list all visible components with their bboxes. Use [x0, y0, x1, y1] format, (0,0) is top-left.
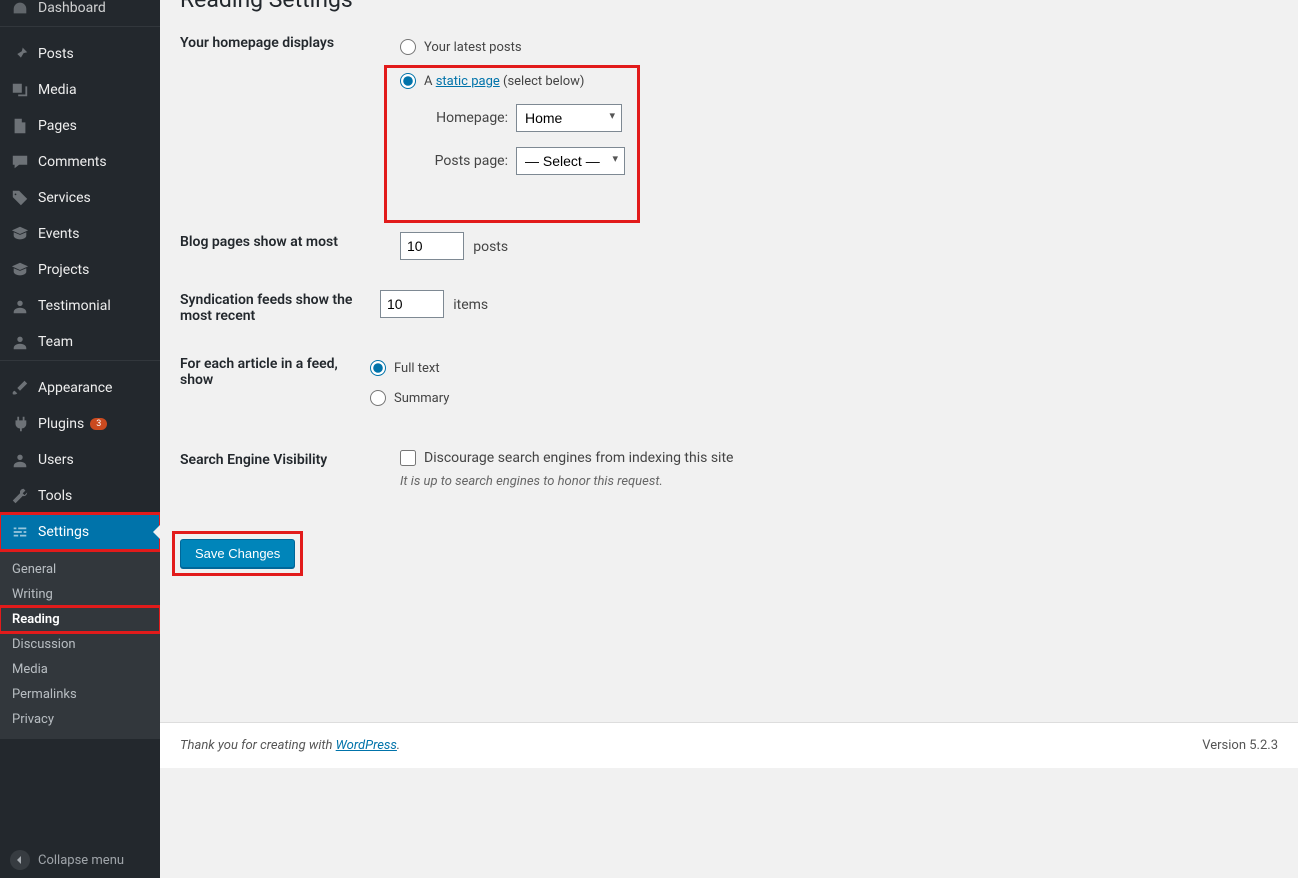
sidebar-item-plugins[interactable]: Plugins 3 [0, 406, 160, 442]
person-icon [10, 332, 30, 352]
radio-static-page[interactable] [400, 73, 416, 89]
sev-checkbox-label: Discourage search engines from indexing … [424, 450, 733, 466]
homepage-select[interactable]: Home [516, 104, 622, 132]
submenu-item-privacy[interactable]: Privacy [0, 707, 160, 732]
plugins-update-badge: 3 [90, 418, 107, 430]
sidebar-item-comments[interactable]: Comments [0, 144, 160, 180]
sidebar-item-projects[interactable]: Projects [0, 252, 160, 288]
radio-summary[interactable] [370, 390, 386, 406]
sidebar-item-settings[interactable]: Settings [0, 514, 160, 550]
page-icon [10, 116, 30, 136]
submenu-item-writing[interactable]: Writing [0, 582, 160, 607]
sidebar-item-appearance[interactable]: Appearance [0, 370, 160, 406]
sidebar-item-tools[interactable]: Tools [0, 478, 160, 514]
footer-thanks-prefix: Thank you for creating with [180, 738, 336, 753]
sidebar-item-media[interactable]: Media [0, 72, 160, 108]
collapse-menu-label: Collapse menu [38, 853, 124, 868]
tag-icon [10, 188, 30, 208]
plug-icon [10, 414, 30, 434]
footer-wordpress-link[interactable]: WordPress [336, 738, 397, 753]
pin-icon [10, 44, 30, 64]
homepage-displays-heading: Your homepage displays [180, 33, 400, 51]
sidebar-item-label: Media [38, 82, 77, 98]
sidebar-item-label: Comments [38, 154, 107, 170]
radio-full-text-label: Full text [394, 361, 440, 376]
sidebar-item-label: Dashboard [38, 0, 106, 16]
sidebar-item-label: Users [38, 452, 74, 468]
radio-full-text[interactable] [370, 360, 386, 376]
static-page-link[interactable]: static page [436, 74, 500, 89]
collapse-menu-button[interactable]: Collapse menu [0, 842, 160, 878]
sidebar-item-label: Services [38, 190, 91, 206]
blog-pages-suffix: posts [473, 239, 508, 255]
admin-sidebar: Dashboard Posts Media Pages Comments S [0, 0, 160, 878]
sidebar-item-label: Settings [38, 524, 89, 540]
brush-icon [10, 378, 30, 398]
sidebar-item-label: Team [38, 334, 73, 350]
sidebar-item-users[interactable]: Users [0, 442, 160, 478]
syndication-input[interactable] [380, 290, 444, 318]
sidebar-item-team[interactable]: Team [0, 324, 160, 360]
sidebar-item-pages[interactable]: Pages [0, 108, 160, 144]
submenu-item-permalinks[interactable]: Permalinks [0, 682, 160, 707]
sidebar-item-label: Posts [38, 46, 74, 62]
radio-latest-posts-label: Your latest posts [424, 40, 522, 55]
wrench-icon [10, 486, 30, 506]
radio-summary-label: Summary [394, 391, 449, 406]
sidebar-item-testimonial[interactable]: Testimonial [0, 288, 160, 324]
sidebar-item-events[interactable]: Events [0, 216, 160, 252]
sidebar-item-posts[interactable]: Posts [0, 36, 160, 72]
cap-icon [10, 224, 30, 244]
save-changes-button[interactable]: Save Changes [180, 539, 295, 568]
media-icon [10, 80, 30, 100]
sidebar-item-label: Plugins [38, 416, 84, 432]
submenu-item-reading[interactable]: Reading [0, 607, 160, 632]
comment-icon [10, 152, 30, 172]
radio-static-page-label: A static page (select below) [424, 74, 584, 89]
blog-pages-input[interactable] [400, 232, 464, 260]
settings-submenu: General Writing Reading Discussion Media… [0, 550, 160, 739]
person-icon [10, 450, 30, 470]
gauge-icon [10, 0, 30, 18]
postspage-select[interactable]: — Select — [516, 147, 625, 175]
page-title: Reading Settings [180, 0, 1278, 13]
person-icon [10, 296, 30, 316]
chevron-left-icon [10, 850, 30, 870]
sev-note: It is up to search engines to honor this… [400, 474, 1278, 489]
sev-heading: Search Engine Visibility [180, 450, 400, 468]
submenu-item-discussion[interactable]: Discussion [0, 632, 160, 657]
submenu-item-general[interactable]: General [0, 557, 160, 582]
footer-version: Version 5.2.3 [1202, 738, 1278, 753]
sidebar-item-label: Pages [38, 118, 77, 134]
sliders-icon [10, 522, 30, 542]
syndication-suffix: items [453, 297, 488, 313]
cap-icon [10, 260, 30, 280]
sidebar-item-label: Events [38, 226, 79, 242]
sidebar-item-services[interactable]: Services [0, 180, 160, 216]
sidebar-item-label: Projects [38, 262, 89, 278]
blog-pages-heading: Blog pages show at most [180, 232, 400, 250]
radio-latest-posts[interactable] [400, 39, 416, 55]
submenu-item-media[interactable]: Media [0, 657, 160, 682]
sev-checkbox[interactable] [400, 450, 416, 466]
homepage-select-label: Homepage: [418, 110, 508, 126]
sidebar-item-dashboard[interactable]: Dashboard [0, 0, 160, 26]
postspage-select-label: Posts page: [418, 153, 508, 169]
syndication-heading: Syndication feeds show the most recent [180, 290, 380, 324]
feed-heading: For each article in a feed, show [180, 354, 370, 388]
admin-footer: Thank you for creating with WordPress. V… [160, 722, 1298, 768]
sidebar-item-label: Tools [38, 488, 72, 504]
sidebar-item-label: Testimonial [38, 298, 111, 314]
sidebar-item-label: Appearance [38, 380, 112, 396]
